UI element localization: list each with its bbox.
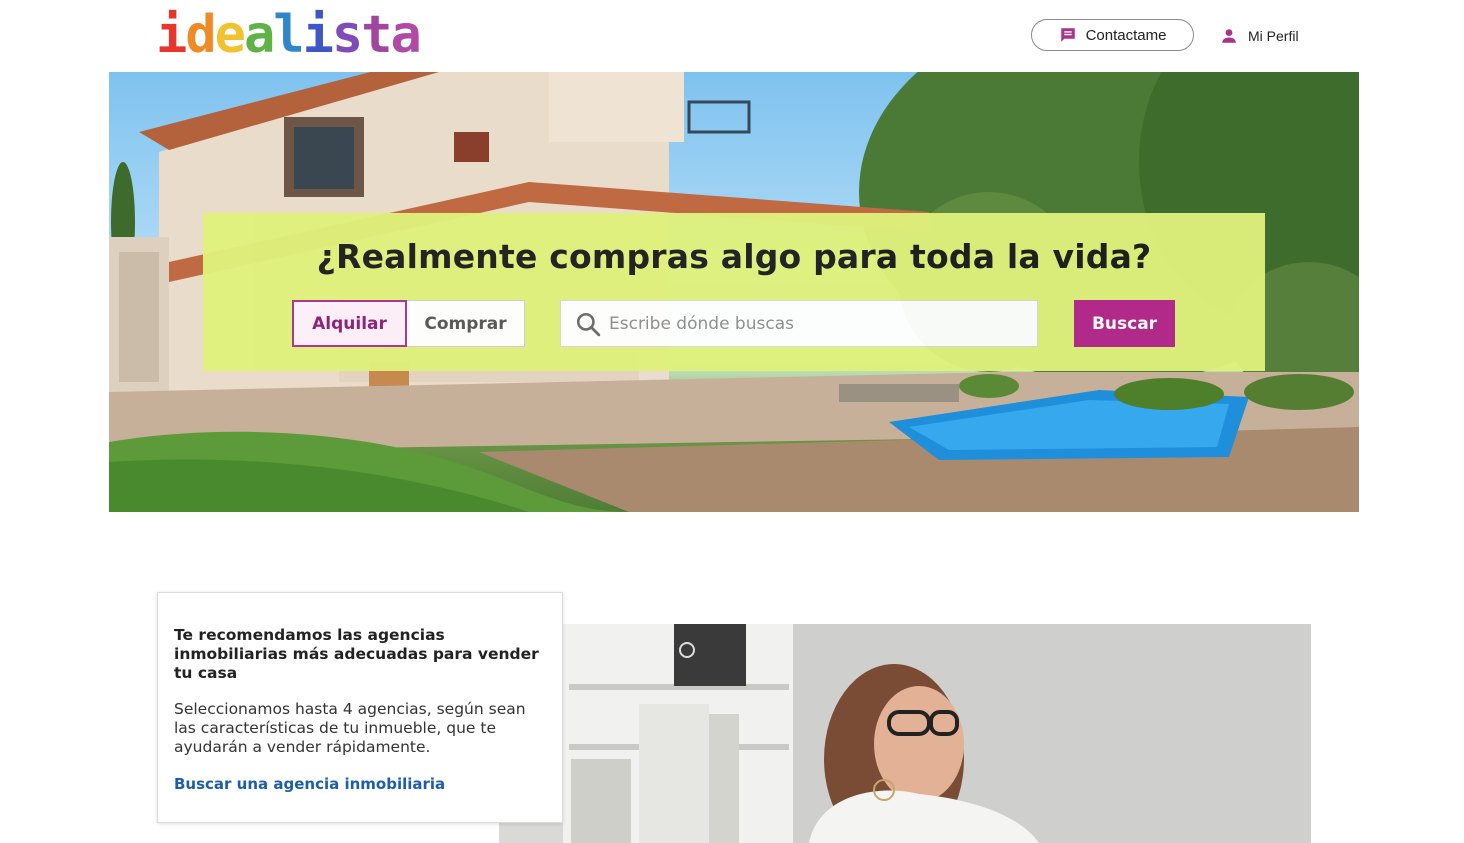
chat-bubble-icon: [1060, 28, 1075, 42]
idealista-logo[interactable]: idealista: [156, 5, 422, 65]
contact-button[interactable]: Contactame: [1031, 19, 1194, 51]
logo-letter: d: [185, 5, 216, 65]
profile-label: Mi Perfil: [1248, 28, 1299, 44]
contact-label: Contactame: [1085, 26, 1167, 44]
logo-letter: s: [331, 5, 363, 65]
woman-at-desk-illustration: [499, 624, 1311, 843]
find-agency-link[interactable]: Buscar una agencia inmobiliaria: [174, 775, 546, 793]
search-button[interactable]: Buscar: [1074, 300, 1175, 347]
hero-title: ¿Realmente compras algo para toda la vid…: [316, 237, 1152, 276]
site-header: idealista Contactame Mi Perfil: [0, 0, 1464, 72]
rent-toggle-button[interactable]: Alquilar: [292, 300, 407, 347]
operation-toggle: Alquilar Comprar: [292, 300, 525, 347]
agency-promo-photo: [499, 624, 1311, 843]
buy-toggle-button[interactable]: Comprar: [407, 300, 525, 347]
search-panel: ¿Realmente compras algo para toda la vid…: [203, 213, 1265, 371]
location-search-box[interactable]: [560, 300, 1038, 347]
search-icon: [576, 312, 601, 336]
logo-letter: l: [273, 5, 304, 65]
location-search-input[interactable]: [607, 303, 1037, 344]
agency-recommendation-card: Te recomendamos las agencias inmobiliari…: [157, 592, 563, 823]
logo-letter: e: [214, 5, 246, 65]
logo-letter: a: [243, 5, 275, 65]
logo-letter: t: [361, 5, 392, 65]
agency-card-description: Seleccionamos hasta 4 agencias, según se…: [174, 700, 526, 756]
profile-button[interactable]: Mi Perfil: [1220, 24, 1299, 48]
logo-letter: i: [302, 5, 334, 65]
agency-card-title: Te recomendamos las agencias inmobiliari…: [174, 626, 539, 682]
user-icon: [1222, 29, 1236, 43]
logo-letter: a: [390, 5, 422, 65]
logo-letter: i: [156, 5, 187, 65]
